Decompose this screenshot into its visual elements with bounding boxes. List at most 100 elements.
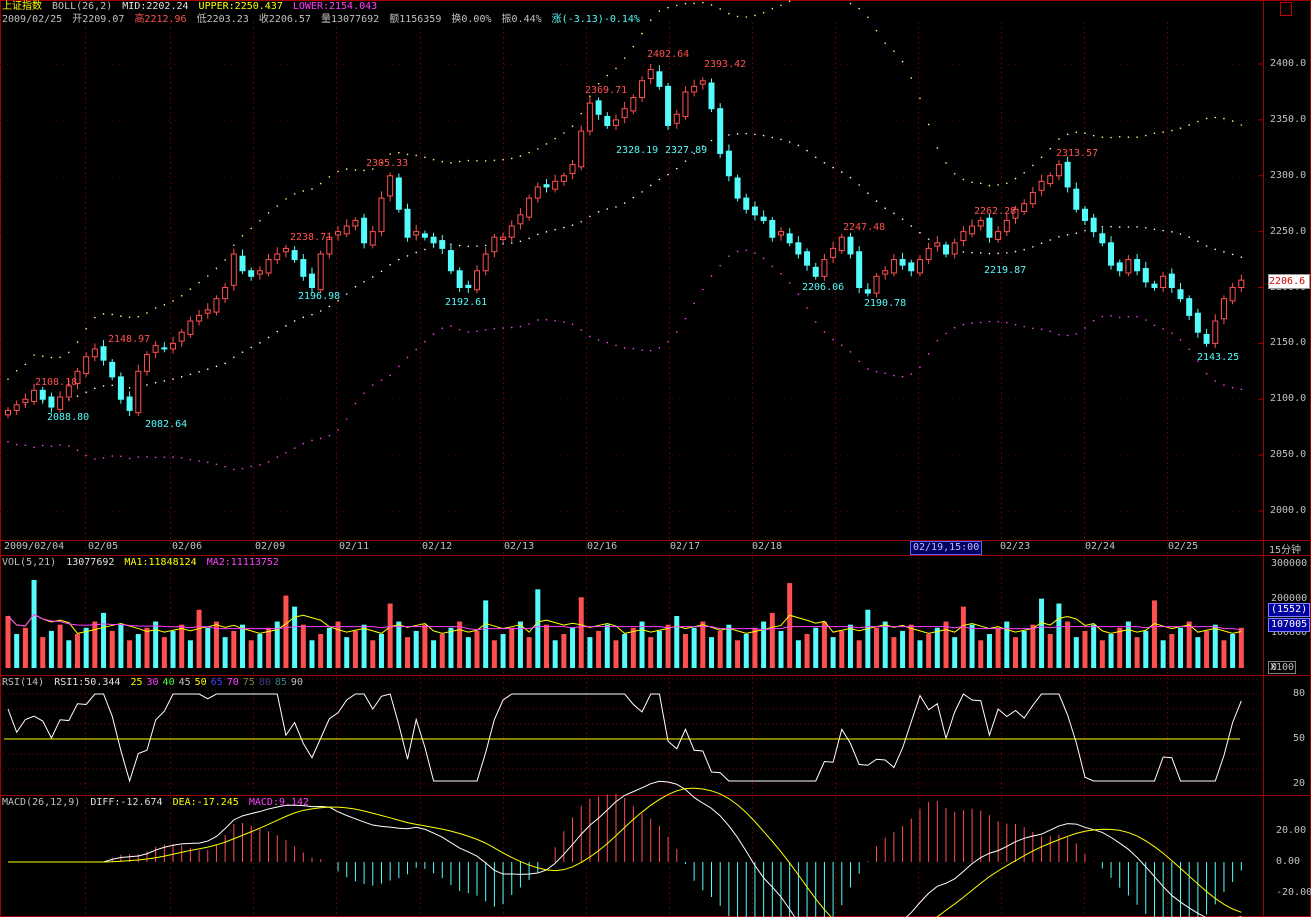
- volume-bar: [248, 640, 254, 668]
- boll-lower-point: [180, 457, 183, 459]
- rsi-line: [7, 693, 1242, 783]
- boll-lower-point: [1162, 328, 1164, 330]
- boll-mid-point: [1023, 248, 1025, 251]
- rsi-level-6: 70: [226, 677, 239, 688]
- volume-bar: [161, 637, 167, 668]
- candle-body: [109, 361, 116, 378]
- boll-upper-point: [206, 275, 209, 277]
- volume-ma2: MA2:11113752: [206, 557, 279, 568]
- boll-upper-point: [1118, 136, 1121, 138]
- boll-upper-point: [215, 267, 218, 270]
- volume-title[interactable]: VOL(5,21): [2, 557, 56, 568]
- boll-upper-point: [658, 10, 661, 12]
- boll-lower-point: [319, 437, 322, 440]
- boll-upper-point: [1014, 177, 1017, 180]
- volume-box-2: 107005: [1268, 618, 1311, 632]
- volume-bar: [405, 637, 411, 668]
- boll-lower-point: [1023, 325, 1025, 328]
- boll-upper-point: [710, 4, 713, 6]
- boll-upper-point: [858, 7, 860, 10]
- boll-lower-point: [693, 302, 695, 305]
- boll-mid-point: [267, 336, 270, 339]
- boll-upper-point: [163, 303, 166, 306]
- boll-lower-point: [858, 360, 860, 363]
- boll-lower-point: [1049, 330, 1052, 333]
- macd-axis-label: 20.00: [1276, 825, 1307, 836]
- boll-mid-point: [380, 270, 383, 273]
- macd-axis-label: 0.00: [1276, 856, 1301, 867]
- boll-upper-point: [24, 363, 27, 366]
- volume-bar: [587, 637, 593, 668]
- candle-body: [578, 130, 585, 168]
- date-axis-label: 02/11: [339, 541, 370, 552]
- boll-mid-point: [398, 258, 400, 261]
- boll-upper-point: [189, 288, 192, 290]
- price-high-annotation: 2393.42: [704, 59, 747, 70]
- price-high-annotation: 2262.28: [974, 206, 1017, 217]
- volume-bar: [318, 634, 324, 668]
- boll-indicator[interactable]: BOLL(26,2): [52, 1, 112, 12]
- selected-date-cursor[interactable]: 02/19,15:00: [910, 541, 983, 555]
- volume-bar: [491, 640, 497, 668]
- boll-mid: MID:2202.24: [122, 1, 189, 12]
- volume-bar: [804, 634, 810, 668]
- boll-lower-point: [345, 418, 348, 420]
- candle-body: [335, 231, 342, 236]
- rsi-title[interactable]: RSI(14): [2, 677, 44, 688]
- boll-lower-point: [1153, 324, 1156, 327]
- boll-lower-point: [7, 440, 9, 443]
- macd-title[interactable]: MACD(26,12,9): [2, 797, 80, 808]
- rsi-level-7: 75: [242, 677, 255, 688]
- volume-bar: [656, 630, 662, 668]
- candle-body: [421, 233, 428, 238]
- boll-upper: UPPER:2250.437: [198, 1, 283, 12]
- boll-mid-point: [754, 133, 756, 136]
- volume-bar: [457, 621, 463, 668]
- candle-body: [404, 208, 411, 238]
- boll-upper-point: [702, 1, 704, 4]
- boll-lower-point: [528, 323, 530, 325]
- volume-bar: [787, 583, 793, 668]
- boll-lower-point: [172, 456, 174, 458]
- boll-upper-point: [328, 176, 331, 178]
- volume-bar: [1169, 634, 1175, 668]
- boll-mid-point: [76, 395, 79, 397]
- boll-lower-point: [606, 341, 609, 344]
- candle-body: [361, 217, 368, 244]
- boll-lower-point: [780, 272, 782, 275]
- boll-lower-point: [128, 457, 131, 460]
- boll-mid-point: [893, 212, 895, 215]
- volume-bar: [196, 609, 202, 668]
- boll-mid-point: [867, 192, 869, 194]
- boll-mid-point: [736, 133, 739, 135]
- boll-lower-point: [675, 331, 678, 333]
- candle-body: [830, 247, 837, 258]
- boll-upper-point: [424, 156, 426, 159]
- period-selector[interactable]: 15分钟: [1269, 541, 1301, 556]
- boll-mid-point: [1006, 252, 1008, 254]
- boll-lower-point: [910, 373, 913, 375]
- candle-body: [656, 71, 663, 87]
- boll-mid-point: [1084, 229, 1086, 232]
- boll-mid-point: [1171, 231, 1173, 233]
- boll-mid-point: [1066, 234, 1069, 236]
- boll-lower-point: [1075, 333, 1078, 335]
- volume-bar: [900, 630, 906, 668]
- boll-lower-point: [102, 457, 105, 459]
- candle-body: [986, 217, 993, 238]
- volume-bar: [14, 634, 20, 668]
- quote-amplitude: 振0.44%: [501, 14, 542, 25]
- candle-body: [474, 270, 481, 291]
- candle-body: [630, 97, 637, 112]
- boll-lower-point: [667, 340, 669, 343]
- window-control-button[interactable]: [1280, 2, 1292, 16]
- index-name[interactable]: 上证指数: [2, 1, 42, 12]
- candle-body: [387, 175, 394, 197]
- boll-lower-point: [641, 349, 643, 351]
- candle-body: [647, 69, 654, 80]
- volume-bar: [483, 600, 489, 668]
- volume-bar: [170, 630, 176, 668]
- boll-upper-point: [771, 7, 774, 10]
- volume-bar: [40, 637, 46, 668]
- boll-upper-point: [736, 15, 739, 18]
